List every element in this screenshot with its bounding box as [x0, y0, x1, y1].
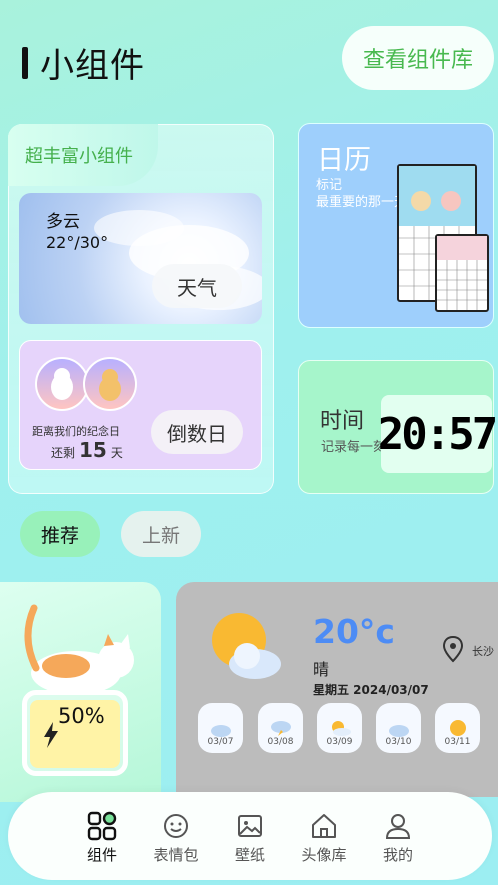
image-icon	[238, 815, 262, 837]
cat-icon	[24, 604, 134, 695]
dog-icon	[99, 369, 121, 401]
forecast-day: 03/10	[376, 703, 421, 753]
forecast-date: 03/09	[326, 737, 353, 747]
weather-condition-text: 晴	[313, 660, 330, 679]
view-library-button[interactable]: 查看组件库	[342, 26, 494, 90]
nav-label: 我的	[382, 846, 413, 864]
days-remaining: 还剩 15 天	[51, 438, 123, 462]
anniversary-note: 距离我们的纪念日	[32, 425, 120, 438]
forecast-day: 03/08	[258, 703, 303, 753]
thunder-cloud-icon	[270, 721, 291, 736]
user-icon	[385, 814, 411, 839]
nav-label: 壁纸	[234, 846, 265, 864]
forecast-date: 03/07	[207, 737, 234, 747]
nav-item-profile[interactable]: 我的	[368, 810, 428, 865]
cloud-icon	[388, 725, 409, 737]
calendar-page-icon	[435, 234, 489, 312]
weather-city: 长沙	[472, 645, 494, 658]
countdown-button[interactable]: 倒数日	[151, 410, 243, 454]
forecast-day: 03/09	[317, 703, 362, 753]
sun-cloud-icon	[331, 721, 351, 736]
time-subtitle: 记录每一刻	[321, 440, 387, 455]
clock-display: 20:57	[378, 395, 498, 473]
rich-widgets-label: 超丰富小组件	[8, 124, 158, 186]
dog-icon	[51, 368, 73, 400]
emoji-icon	[164, 814, 188, 838]
home-icon	[312, 814, 336, 838]
sun-cloud-icon	[212, 613, 281, 679]
widgets-icon	[87, 811, 117, 841]
time-card[interactable]: 时间 记录每一刻 20:57	[298, 360, 498, 494]
forecast-day: 03/07	[198, 703, 243, 753]
time-title: 时间	[320, 409, 365, 434]
weather-date: 星期五 2024/03/07	[313, 683, 429, 697]
forecast-date: 03/11	[444, 737, 471, 747]
remain-prefix: 还剩	[51, 446, 76, 460]
nav-item-widgets[interactable]: 组件	[72, 810, 132, 865]
page-title-text: 小组件	[40, 46, 145, 86]
location-pin-icon	[442, 635, 464, 663]
weather-widget-preview[interactable]: 多云 22°/30° 天气	[19, 193, 262, 324]
nav-label: 组件	[86, 846, 117, 864]
nav-item-wallpaper[interactable]: 壁纸	[220, 810, 280, 865]
title-marker	[22, 46, 28, 79]
nav-item-avatars[interactable]: 头像库	[294, 810, 354, 865]
avatar	[35, 357, 89, 411]
days-unit: 天	[110, 446, 123, 460]
bottom-nav: 组件 表情包 壁纸 头像库 我的	[8, 792, 492, 880]
forecast-date: 03/10	[385, 737, 412, 747]
tab-recommended[interactable]: 推荐	[20, 511, 100, 557]
battery-percent: 50%	[58, 704, 105, 728]
nav-label: 头像库	[301, 846, 347, 864]
weather-condition: 多云	[46, 212, 80, 232]
sun-icon	[449, 720, 466, 736]
forecast-day: 03/11	[435, 703, 480, 753]
forecast-date: 03/08	[267, 737, 294, 747]
days-count: 15	[79, 438, 107, 462]
calendar-card[interactable]: 日历 标记 最重要的那一天	[298, 123, 494, 328]
calendar-title: 日历	[317, 145, 371, 176]
nav-item-emoji[interactable]: 表情包	[146, 810, 206, 865]
weather-button[interactable]: 天气	[152, 264, 242, 308]
weather-temp-range: 22°/30°	[46, 233, 109, 252]
nav-label: 表情包	[153, 846, 199, 864]
countdown-widget-preview[interactable]: 距离我们的纪念日 还剩 15 天 倒数日	[19, 340, 262, 470]
avatar	[83, 357, 137, 411]
weather-temperature: 20°c	[313, 612, 395, 651]
cloud-icon	[210, 725, 231, 737]
page-title: 小组件	[22, 38, 145, 87]
tab-new[interactable]: 上新	[121, 511, 201, 557]
